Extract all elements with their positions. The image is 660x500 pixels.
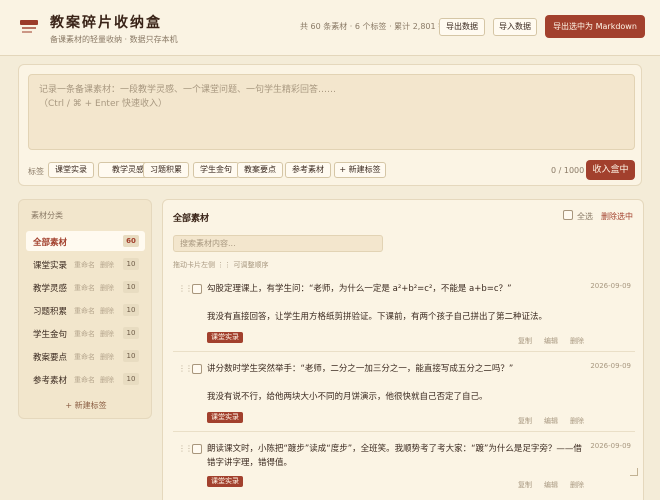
card-date: 2026-09-09 bbox=[590, 282, 631, 290]
count-badge: 60 bbox=[123, 235, 139, 247]
sidebar-item-label: 教案要点 bbox=[33, 353, 68, 363]
stats-summary: 共 60 条素材 · 6 个标签 · 累计 2,801 字 bbox=[300, 22, 447, 31]
card-tag-badge: 课堂实录 bbox=[207, 476, 243, 487]
card-date: 2026-09-09 bbox=[590, 362, 631, 370]
rename-link[interactable]: 重命名 bbox=[74, 352, 95, 362]
card-text: 讲分数时学生突然举手：“老师，二分之一加三分之一，能直接写成五分之二吗？” 我没… bbox=[207, 364, 514, 402]
sidebar-title: 素材分类 bbox=[31, 211, 63, 220]
card-text: 朗读课文时，小陈把“踱步”读成“度步”，全班笑。我顺势考了考大家：“踱”为什么是… bbox=[207, 444, 582, 468]
composer-panel: 记录一条备课素材：一段教学灵感、一个课堂问题、一句学生精彩回答…… （Ctrl … bbox=[18, 64, 642, 186]
category-sidebar: 素材分类 全部素材 60 课堂实录 重命名 删除 10 教学灵感 重命名 删除 … bbox=[18, 199, 152, 419]
tag-chip-quotes[interactable]: 学生金句 bbox=[193, 162, 239, 178]
sidebar-item-classroom[interactable]: 课堂实录 重命名 删除 10 bbox=[26, 254, 145, 274]
rename-link[interactable]: 重命名 bbox=[74, 375, 95, 385]
drag-handle-icon[interactable]: ⋮⋮ bbox=[178, 364, 193, 373]
app-title: 教案碎片收纳盒 bbox=[50, 15, 162, 31]
material-card: ⋮⋮ 朗读课文时，小陈把“踱步”读成“度步”，全班笑。我顺势考了考大家：“踱”为… bbox=[173, 440, 635, 500]
tag-chip-references[interactable]: 参考素材 bbox=[285, 162, 331, 178]
char-counter: 0 / 1000 bbox=[551, 166, 585, 175]
card-tag-badge: 课堂实录 bbox=[207, 412, 243, 423]
count-badge: 10 bbox=[123, 281, 139, 293]
count-badge: 10 bbox=[123, 327, 139, 339]
select-all-label[interactable]: 全选 bbox=[577, 211, 593, 222]
delete-link[interactable]: 删除 bbox=[100, 375, 114, 385]
tag-chip-classroom[interactable]: 课堂实录 bbox=[48, 162, 94, 178]
panel-title: 全部素材 bbox=[173, 214, 210, 224]
rename-link[interactable]: 重命名 bbox=[74, 260, 95, 270]
card-checkbox[interactable] bbox=[192, 364, 202, 374]
rename-link[interactable]: 重命名 bbox=[74, 306, 95, 316]
sidebar-item-exercises[interactable]: 习题积累 重命名 删除 10 bbox=[26, 300, 145, 320]
card-text: 勾股定理课上，有学生问：“老师，为什么一定是 a²+b²=c²，不能是 a+b=… bbox=[207, 284, 548, 322]
select-all-checkbox[interactable] bbox=[563, 210, 573, 220]
delete-link[interactable]: 删除 bbox=[100, 283, 114, 293]
drag-hint: 拖动卡片左侧 ⋮⋮ 可调整顺序 bbox=[173, 261, 269, 269]
card-date: 2026-09-09 bbox=[590, 442, 631, 450]
new-category-button[interactable]: + 新建标签 bbox=[19, 400, 153, 411]
edit-button[interactable]: 编辑 bbox=[544, 336, 558, 346]
edit-button[interactable]: 编辑 bbox=[544, 480, 558, 490]
delete-button[interactable]: 删除 bbox=[570, 416, 584, 426]
delete-link[interactable]: 删除 bbox=[100, 352, 114, 362]
sidebar-item-label: 参考素材 bbox=[33, 376, 68, 386]
delete-selected-button[interactable]: 删除选中 bbox=[601, 211, 633, 222]
sidebar-item-quotes[interactable]: 学生金句 重命名 删除 10 bbox=[26, 323, 145, 343]
material-card: ⋮⋮ 勾股定理课上，有学生问：“老师，为什么一定是 a²+b²=c²，不能是 a… bbox=[173, 280, 635, 352]
card-checkbox[interactable] bbox=[192, 444, 202, 454]
tag-chip-lesson-points[interactable]: 教案要点 bbox=[237, 162, 283, 178]
sidebar-item-label: 全部素材 bbox=[33, 238, 68, 248]
tags-label: 标签 bbox=[28, 167, 44, 176]
resize-grip-icon[interactable] bbox=[630, 468, 638, 476]
sidebar-item-label: 学生金句 bbox=[33, 330, 68, 340]
sidebar-item-inspiration[interactable]: 教学灵感 重命名 删除 10 bbox=[26, 277, 145, 297]
count-badge: 10 bbox=[123, 258, 139, 270]
card-checkbox[interactable] bbox=[192, 284, 202, 294]
drag-handle-icon[interactable]: ⋮⋮ bbox=[178, 444, 193, 453]
count-badge: 10 bbox=[123, 373, 139, 385]
edit-button[interactable]: 编辑 bbox=[544, 416, 558, 426]
delete-link[interactable]: 删除 bbox=[100, 306, 114, 316]
search-input[interactable]: 搜索素材内容... bbox=[173, 235, 383, 252]
import-data-button[interactable]: 导入数据 bbox=[493, 18, 537, 36]
delete-button[interactable]: 删除 bbox=[570, 336, 584, 346]
app-subtitle: 备课素材的轻量收纳 · 数据只存本机 bbox=[50, 35, 178, 44]
new-tag-button[interactable]: + 新建标签 bbox=[334, 162, 386, 178]
rename-link[interactable]: 重命名 bbox=[74, 283, 95, 293]
materials-panel: 全部素材 全选 删除选中 搜索素材内容... 拖动卡片左侧 ⋮⋮ 可调整顺序 ⋮… bbox=[162, 199, 644, 500]
submit-button[interactable]: 收入盒中 bbox=[586, 160, 635, 180]
delete-button[interactable]: 删除 bbox=[570, 480, 584, 490]
count-badge: 10 bbox=[123, 304, 139, 316]
sidebar-item-label: 教学灵感 bbox=[33, 284, 68, 294]
delete-link[interactable]: 删除 bbox=[100, 329, 114, 339]
count-badge: 10 bbox=[123, 350, 139, 362]
copy-button[interactable]: 复制 bbox=[518, 480, 532, 490]
box-logo-icon bbox=[20, 20, 38, 34]
export-markdown-button[interactable]: 导出选中为 Markdown bbox=[545, 15, 645, 38]
drag-handle-icon[interactable]: ⋮⋮ bbox=[178, 284, 193, 293]
material-card: ⋮⋮ 讲分数时学生突然举手：“老师，二分之一加三分之一，能直接写成五分之二吗？”… bbox=[173, 360, 635, 432]
sidebar-item-references[interactable]: 参考素材 重命名 删除 10 bbox=[26, 369, 145, 389]
rename-link[interactable]: 重命名 bbox=[74, 329, 95, 339]
copy-button[interactable]: 复制 bbox=[518, 336, 532, 346]
export-data-button[interactable]: 导出数据 bbox=[439, 18, 485, 36]
tag-chip-exercises[interactable]: 习题积累 bbox=[143, 162, 189, 178]
card-tag-badge: 课堂实录 bbox=[207, 332, 243, 343]
sidebar-item-lesson-points[interactable]: 教案要点 重命名 删除 10 bbox=[26, 346, 145, 366]
sidebar-item-label: 课堂实录 bbox=[33, 261, 68, 271]
sidebar-item-label: 习题积累 bbox=[33, 307, 68, 317]
sidebar-item-all[interactable]: 全部素材 60 bbox=[26, 231, 145, 251]
app-header: 教案碎片收纳盒 备课素材的轻量收纳 · 数据只存本机 共 60 条素材 · 6 … bbox=[0, 0, 660, 56]
delete-link[interactable]: 删除 bbox=[100, 260, 114, 270]
material-input[interactable]: 记录一条备课素材：一段教学灵感、一个课堂问题、一句学生精彩回答…… （Ctrl … bbox=[28, 74, 635, 150]
copy-button[interactable]: 复制 bbox=[518, 416, 532, 426]
